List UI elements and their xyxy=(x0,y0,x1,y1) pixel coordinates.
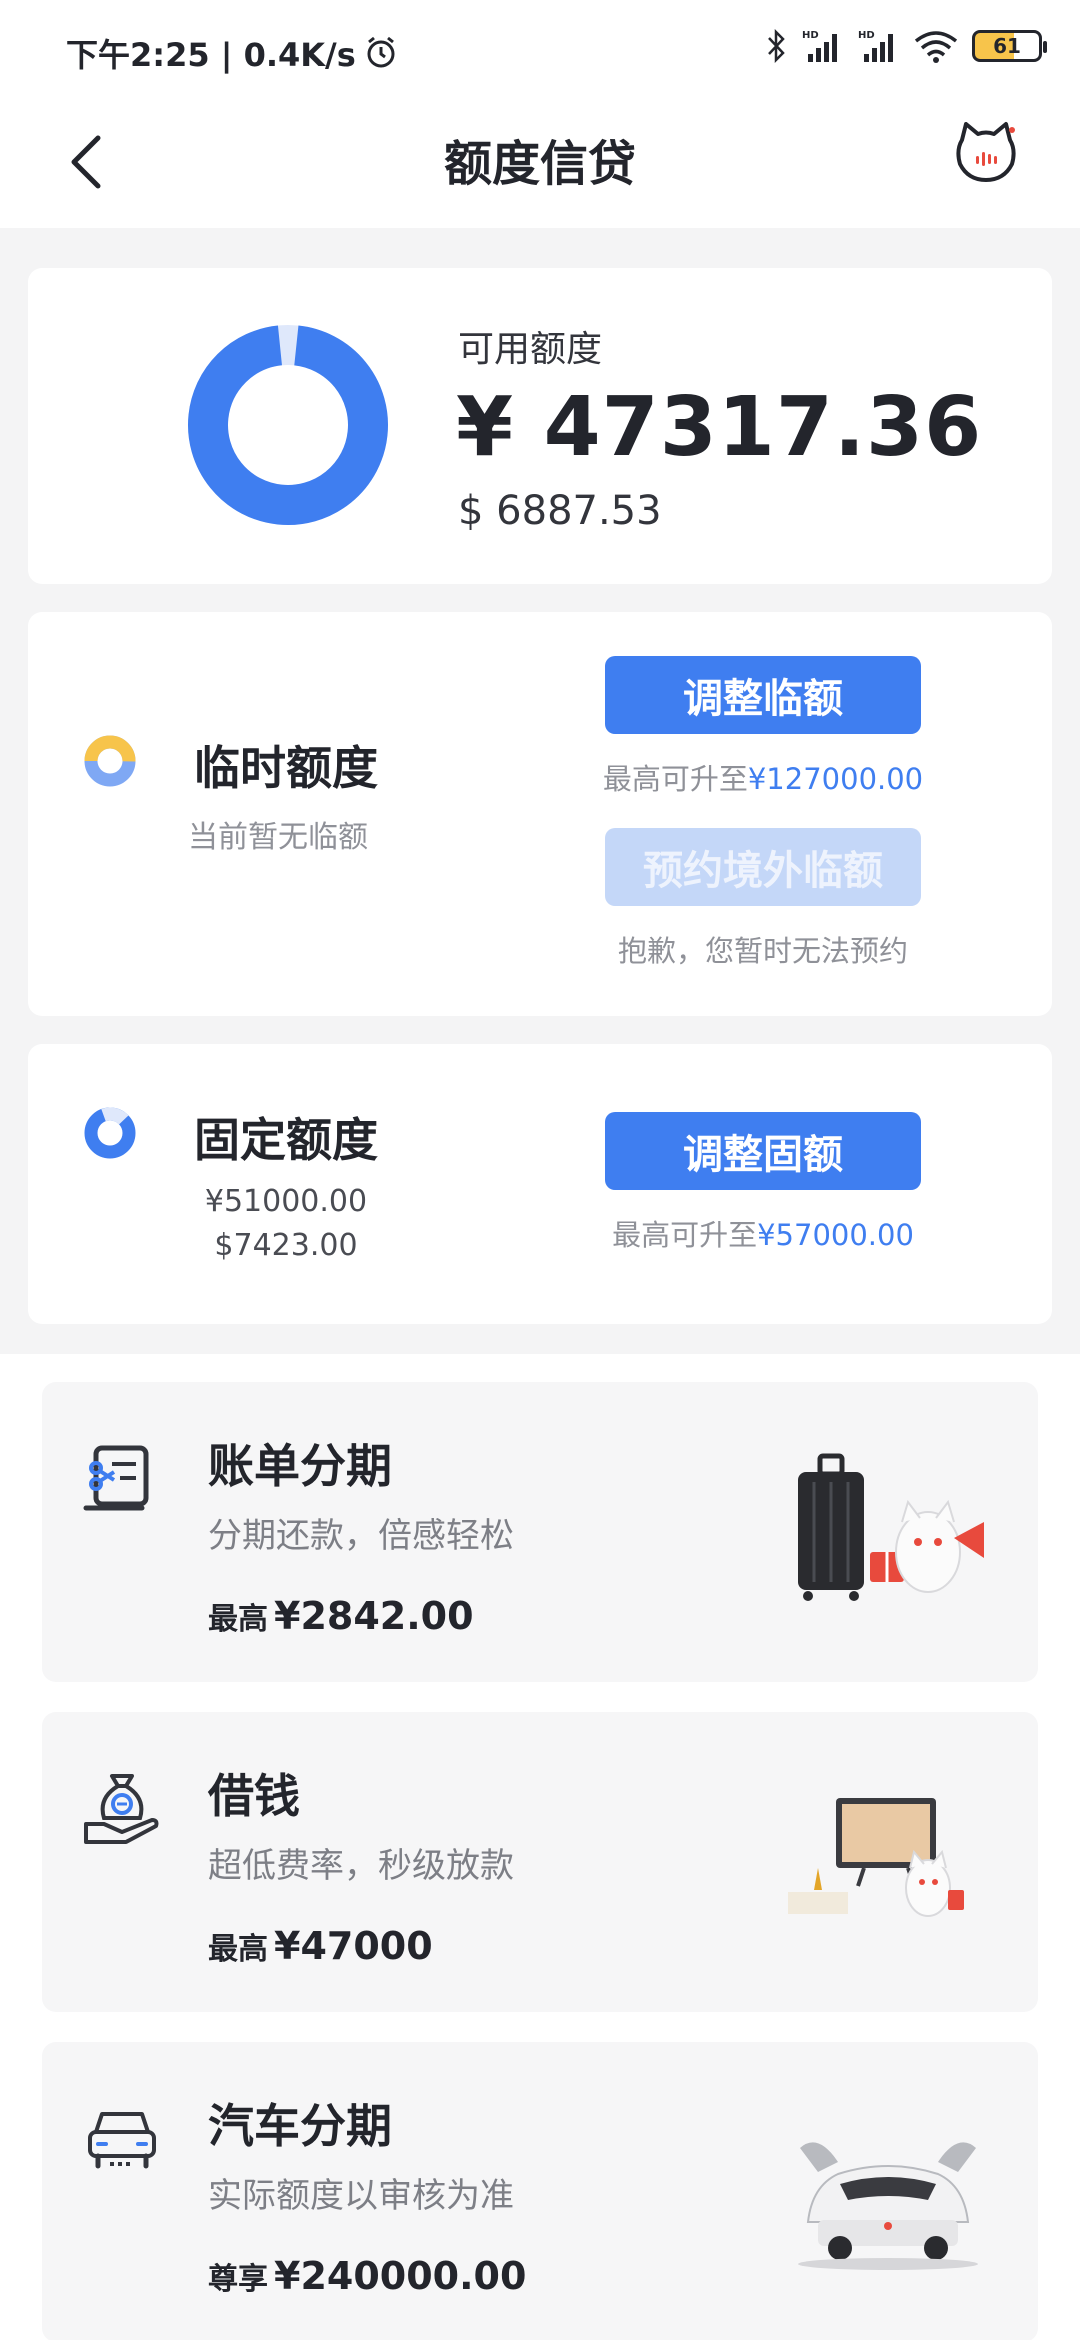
service-subtitle: 超低费率，秒级放款 xyxy=(208,1846,514,1886)
service-limit-value: ¥240000.00 xyxy=(274,2254,527,2298)
service-title: 账单分期 xyxy=(208,1439,392,1493)
fixed-max-prefix: 最高可升至 xyxy=(612,1218,758,1252)
service-limit-label: 尊享 xyxy=(208,2262,268,2297)
service-limit-label: 最高 xyxy=(208,1932,268,1967)
svg-text:HD: HD xyxy=(802,30,819,41)
fixed-quota-donut xyxy=(84,1107,136,1159)
service-bill-installment[interactable]: 账单分期 分期还款，倍感轻松 最高 ¥2842.00 xyxy=(42,1382,1038,1682)
adjust-temporary-button[interactable]: 调整临额 xyxy=(605,656,921,734)
bill-installment-icon xyxy=(83,1445,149,1511)
service-limit-value: ¥2842.00 xyxy=(274,1594,474,1638)
temporary-max-prefix: 最高可升至 xyxy=(602,762,748,796)
battery-icon: 61 xyxy=(972,30,1047,62)
service-title: 借钱 xyxy=(208,1769,300,1823)
car-illustration xyxy=(798,2142,978,2270)
available-usd: $ 6887.53 xyxy=(458,488,662,534)
fixed-quota-title: 固定额度 xyxy=(194,1113,378,1167)
alarm-icon xyxy=(367,36,395,68)
fixed-max-value: ¥57000.00 xyxy=(757,1218,914,1252)
fixed-max-note: 最高可升至¥57000.00 xyxy=(588,1212,938,1254)
service-car-installment[interactable]: 汽车分期 实际额度以审核为准 尊享 ¥240000.00 xyxy=(42,2042,1038,2340)
service-limit-label: 最高 xyxy=(208,1602,268,1637)
service-title: 汽车分期 xyxy=(208,2099,392,2153)
available-quota-donut xyxy=(188,325,388,525)
wifi-icon xyxy=(914,31,958,63)
tv-illustration xyxy=(788,1798,964,1917)
status-bar: 下午2:25 | 0.4K/s HD HD 61 xyxy=(0,0,1080,100)
status-time: 下午2:25 | 0.4K/s xyxy=(66,36,356,74)
temporary-max-value: ¥127000.00 xyxy=(747,762,924,796)
service-limit: 最高 ¥2842.00 xyxy=(208,1594,474,1638)
service-limit: 尊享 ¥240000.00 xyxy=(208,2254,526,2298)
bluetooth-icon xyxy=(768,29,785,63)
reserve-note: 抱歉，您暂时无法预约 xyxy=(617,934,908,968)
service-limit: 最高 ¥47000 xyxy=(208,1924,433,1968)
fixed-quota-card: 固定额度 ¥51000.00 $7423.00 调整固额 最高可升至¥57000… xyxy=(28,1044,1052,1324)
page-title: 额度信贷 xyxy=(443,136,636,192)
luggage-illustration xyxy=(798,1453,984,1601)
svg-text:HD: HD xyxy=(858,30,875,41)
reserve-overseas-button[interactable]: 预约境外临额 xyxy=(605,828,921,906)
available-quota-card: 可用额度 ¥ 47317.36 $ 6887.53 xyxy=(28,268,1052,584)
hd-signal-icon: HD xyxy=(802,30,837,62)
hd-signal-icon: HD xyxy=(858,30,893,62)
temporary-quota-card: 临时额度 当前暂无临额 调整临额 最高可升至¥127000.00 预约境外临额 … xyxy=(28,612,1052,1016)
battery-level: 61 xyxy=(993,34,1021,58)
cat-mascot-icon[interactable] xyxy=(954,120,1018,184)
service-subtitle: 分期还款，倍感轻松 xyxy=(208,1516,514,1556)
car-icon xyxy=(88,2112,156,2169)
fixed-quota-usd: $7423.00 xyxy=(214,1228,358,1263)
fixed-quota-cny: ¥51000.00 xyxy=(204,1184,368,1219)
nav-bar: 额度信贷 xyxy=(0,100,1080,228)
service-limit-value: ¥47000 xyxy=(274,1924,433,1968)
money-bag-icon xyxy=(84,1774,159,1844)
service-borrow[interactable]: 借钱 超低费率，秒级放款 最高 ¥47000 xyxy=(42,1712,1038,2012)
status-left: 下午2:25 | 0.4K/s xyxy=(66,30,398,76)
temporary-quota-donut xyxy=(84,735,136,787)
temporary-quota-subtitle: 当前暂无临额 xyxy=(188,820,368,855)
available-label: 可用额度 xyxy=(458,329,603,370)
status-right: HD HD 61 xyxy=(766,28,1047,64)
temporary-max-note: 最高可升至¥127000.00 xyxy=(588,756,938,798)
service-subtitle: 实际额度以审核为准 xyxy=(208,2176,514,2216)
available-amount: ¥ 47317.36 xyxy=(456,380,983,475)
temporary-quota-title: 临时额度 xyxy=(194,741,378,795)
adjust-fixed-button[interactable]: 调整固额 xyxy=(605,1112,921,1190)
